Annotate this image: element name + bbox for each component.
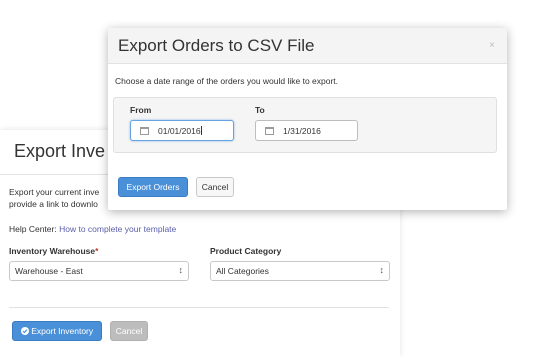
select-arrows-icon: ↕	[379, 265, 385, 275]
calendar-icon	[265, 127, 274, 135]
help-center-prefix: Help Center:	[9, 224, 57, 234]
from-date-input[interactable]: 01/01/2016	[130, 120, 234, 141]
modal-cancel-button[interactable]: Cancel	[196, 177, 234, 197]
description-line-2: provide a link to downlo	[9, 199, 98, 209]
select-arrows-icon: ↕	[178, 265, 184, 275]
warehouse-select[interactable]: Warehouse - East ↕	[9, 261, 189, 281]
category-select-value: All Categories	[216, 266, 269, 276]
warehouse-label-text: Inventory Warehouse	[9, 246, 96, 256]
inventory-dialog-title: Export Inve	[14, 141, 106, 161]
check-circle-icon	[20, 327, 29, 335]
required-marker: *	[95, 246, 99, 256]
inventory-description: Export your current inve provide a link …	[9, 186, 99, 210]
export-orders-modal: Export Orders to CSV File × Choose a dat…	[108, 28, 507, 210]
modal-header: Export Orders to CSV File ×	[108, 28, 507, 64]
from-date-value: 01/01/2016	[158, 126, 201, 136]
text-cursor	[200, 126, 202, 135]
description-line-1: Export your current inve	[9, 187, 100, 197]
export-orders-button[interactable]: Export Orders	[118, 177, 188, 197]
category-select[interactable]: All Categories ↕	[210, 261, 390, 281]
template-help-link[interactable]: How to complete your template	[59, 224, 176, 234]
close-icon[interactable]: ×	[489, 40, 495, 51]
inventory-cancel-button[interactable]: Cancel	[110, 321, 148, 341]
category-label: Product Category	[210, 246, 282, 256]
to-label: To	[255, 105, 265, 115]
export-inventory-button[interactable]: Export Inventory	[12, 321, 102, 341]
warehouse-select-value: Warehouse - East	[15, 266, 83, 276]
warehouse-label: Inventory Warehouse*	[9, 246, 98, 256]
modal-title: Export Orders to CSV File	[118, 36, 315, 55]
to-date-value: 1/31/2016	[283, 126, 321, 136]
footer-divider	[9, 307, 389, 308]
to-date-input[interactable]: 1/31/2016	[255, 120, 358, 141]
export-inventory-label: Export Inventory	[31, 326, 94, 336]
calendar-icon	[140, 127, 149, 135]
from-label: From	[130, 105, 152, 115]
date-range-panel: From 01/01/2016 To 1/31/2016	[113, 97, 497, 153]
modal-description: Choose a date range of the orders you wo…	[115, 76, 339, 86]
help-center-text: Help Center: How to complete your templa…	[9, 224, 176, 234]
